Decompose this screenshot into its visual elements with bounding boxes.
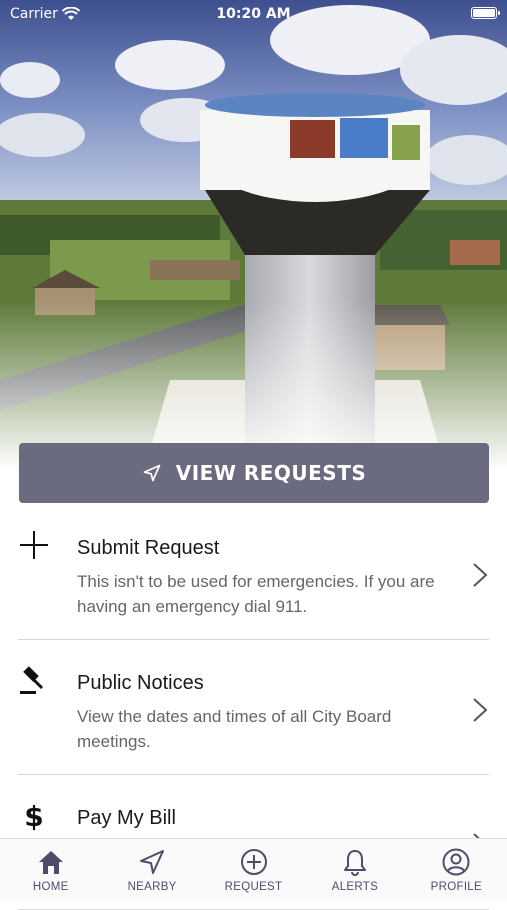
tab-alerts[interactable]: ALERTS: [304, 839, 405, 901]
plus-icon: [20, 531, 48, 559]
hero-image: [0, 0, 507, 470]
menu-item-title: Pay My Bill: [77, 807, 176, 829]
menu-item-description: View the dates and times of all City Boa…: [77, 707, 392, 751]
battery-icon: [471, 7, 500, 19]
tab-home[interactable]: HOME: [0, 839, 101, 901]
navigation-icon: [140, 850, 165, 874]
tab-label: NEARBY: [127, 881, 177, 893]
menu-item-public-notices[interactable]: Public Notices View the dates and times …: [18, 640, 489, 775]
tab-label: HOME: [32, 881, 69, 893]
home-icon: [38, 851, 63, 874]
menu-item-title: Public Notices: [77, 672, 204, 694]
send-icon: [143, 464, 161, 482]
chevron-right-icon: [473, 563, 488, 587]
dollar-icon: $: [24, 800, 43, 831]
tab-profile[interactable]: PROFILE: [406, 839, 507, 901]
menu-item-description: This isn't to be used for emergencies. I…: [77, 572, 435, 616]
tab-label: PROFILE: [430, 881, 482, 893]
tab-bar: HOME NEARBY REQUEST ALERTS PROFILE: [0, 838, 507, 901]
plus-circle-icon: [240, 849, 267, 875]
chevron-right-icon: [473, 698, 488, 722]
tab-label: REQUEST: [224, 881, 283, 893]
menu-item-title: Submit Request: [77, 537, 220, 559]
status-bar: Carrier 10:20 AM: [0, 0, 507, 30]
view-requests-label: VIEW REQUESTS: [175, 461, 367, 485]
tab-request[interactable]: REQUEST: [203, 839, 304, 901]
gavel-icon: [20, 666, 44, 694]
bell-icon: [343, 850, 366, 876]
tab-label: ALERTS: [331, 881, 379, 893]
view-requests-button[interactable]: VIEW REQUESTS: [19, 443, 489, 503]
status-time: 10:20 AM: [216, 6, 291, 22]
svg-text:$: $: [24, 800, 43, 831]
profile-icon: [442, 848, 470, 876]
tab-nearby[interactable]: NEARBY: [101, 839, 202, 901]
menu-item-submit-request[interactable]: Submit Request This isn't to be used for…: [18, 505, 489, 640]
